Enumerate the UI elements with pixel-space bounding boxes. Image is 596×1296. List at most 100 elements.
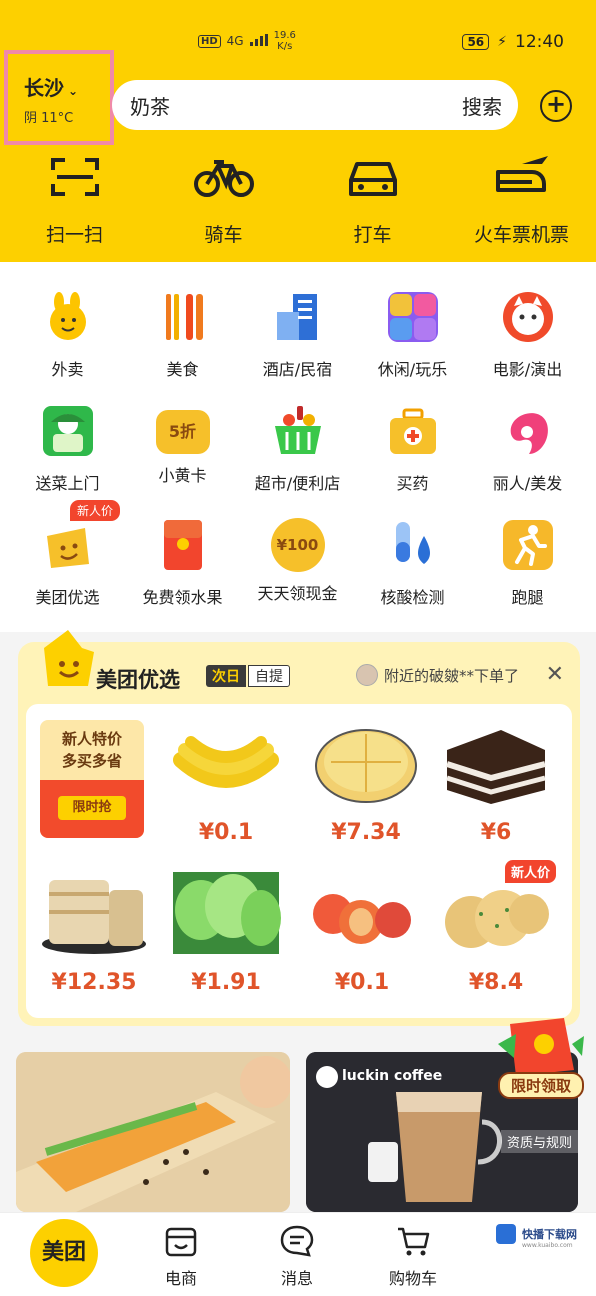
tab-home[interactable]: 美团 [30, 1219, 98, 1287]
coin-icon: ¥100 [270, 518, 325, 572]
signal-icon [249, 33, 268, 49]
search-button[interactable]: 搜索 [462, 91, 502, 120]
wrap-image [16, 1052, 290, 1212]
category-supermarket[interactable]: 超市/便利店 [240, 404, 355, 494]
category-waimai[interactable]: 外卖 [10, 290, 125, 380]
hd-badge: HD [198, 34, 221, 48]
quick-action-label: 扫一扫 [45, 224, 103, 246]
youxuan-products: 新人特价 多买多省 限时抢 ¥0.1 ¥7.34 ¥6 ¥12.35 ¥1.91 [26, 704, 572, 1018]
product-card[interactable]: ¥0.1 [302, 870, 422, 995]
speed-value: 19.6 [273, 30, 296, 41]
product-card[interactable]: ¥0.1 [166, 720, 286, 845]
promo-card[interactable]: 新人特价 多买多省 限时抢 [40, 720, 144, 838]
tab-ecommerce[interactable]: 电商 [136, 1223, 226, 1289]
category-nucleic-test[interactable]: 核酸检测 [355, 518, 470, 608]
avatar [356, 664, 378, 686]
product-price: ¥6 [480, 820, 512, 845]
red-packet-icon [163, 520, 202, 570]
category-meishi[interactable]: 美食 [125, 290, 240, 380]
product-card[interactable]: ¥6 [436, 720, 556, 845]
flash-sale-button[interactable]: 限时抢 [58, 796, 126, 820]
product-price: ¥8.4 [468, 970, 524, 995]
message-icon [280, 1225, 314, 1257]
city-selector[interactable]: 长沙 ⌄ 阴 11°C [4, 50, 114, 145]
product-price: ¥7.34 [331, 820, 401, 845]
tab-label: 消息 [280, 1269, 313, 1288]
youxuan-card[interactable]: 美团优选 次日 自提 附近的破皴**下单了 ✕ 新人特价 多买多省 限时抢 ¥0… [18, 630, 580, 1026]
lettuce-icon [173, 872, 281, 954]
charging-icon: ⚡ [497, 34, 507, 50]
category-leisure[interactable]: 休闲/玩乐 [355, 290, 470, 380]
category-daily-cash[interactable]: ¥100 天天领现金 [240, 518, 355, 608]
product-price: ¥12.35 [51, 970, 137, 995]
category-label: 跑腿 [511, 588, 544, 607]
category-free-fruit[interactable]: 免费领水果 [125, 518, 240, 608]
category-label: 酒店/民宿 [262, 360, 333, 379]
category-yellow-card[interactable]: 5折 小黄卡 [125, 404, 240, 494]
category-label: 美团优选 [35, 588, 100, 607]
tab-cart[interactable]: 购物车 [368, 1223, 458, 1289]
food-banner[interactable] [16, 1052, 290, 1212]
red-envelope-label[interactable]: 限时领取 [498, 1072, 584, 1099]
yellow-card-icon: 5折 [155, 410, 210, 454]
category-row: 外卖 美食 酒店/民宿 休闲/玩乐 电影/演出 [10, 290, 586, 380]
quick-actions: 扫一扫 骑车 打车 火车票机票 [0, 152, 596, 247]
category-grid: 外卖 美食 酒店/民宿 休闲/玩乐 电影/演出 送菜上门 5折 小黄卡 超市/便… [0, 262, 596, 632]
promo-line-1: 新人特价 [61, 730, 122, 748]
rules-link[interactable]: 资质与规则 [500, 1130, 578, 1153]
category-label: 送菜上门 [35, 474, 100, 493]
product-card[interactable]: ¥12.35 [34, 870, 154, 995]
category-medicine[interactable]: 买药 [355, 404, 470, 494]
category-label: 电影/演出 [492, 360, 563, 379]
red-envelope-widget[interactable]: 限时领取 [494, 1014, 586, 1100]
watermark-icon [496, 1224, 516, 1244]
category-errand[interactable]: 跑腿 [470, 518, 585, 608]
basket-icon [274, 406, 321, 454]
plus-icon[interactable]: + [540, 90, 572, 122]
city-name[interactable]: 长沙 ⌄ [24, 72, 110, 101]
category-movie[interactable]: 电影/演出 [470, 290, 585, 380]
next-day-badge: 次日 [206, 665, 246, 687]
search-bar[interactable]: 奶茶 搜索 [112, 80, 518, 130]
category-label: 丽人/美发 [492, 474, 563, 493]
product-price: ¥1.91 [191, 970, 261, 995]
bicycle-icon [193, 160, 254, 197]
search-input[interactable]: 奶茶 [130, 91, 170, 120]
train-plane-icon [495, 156, 548, 192]
banana-icon [173, 736, 279, 788]
product-card[interactable]: ¥7.34 [306, 720, 426, 845]
clock: 12:40 [515, 32, 564, 52]
runner-icon [502, 520, 553, 570]
quick-action-label: 骑车 [204, 224, 243, 246]
network-type: 4G [226, 34, 244, 48]
quick-action-scan[interactable]: 扫一扫 [0, 152, 149, 247]
category-row: 送菜上门 5折 小黄卡 超市/便利店 买药 丽人/美发 [10, 404, 586, 494]
luckin-logo-icon [316, 1066, 338, 1088]
category-label: 休闲/玩乐 [377, 360, 448, 379]
quick-action-label: 打车 [353, 224, 392, 246]
category-hotel[interactable]: 酒店/民宿 [240, 290, 355, 380]
category-row: 新人价 美团优选 免费领水果 ¥100 天天领现金 核酸检测 跑腿 [10, 500, 586, 608]
quick-action-bike[interactable]: 骑车 [149, 152, 298, 247]
category-label: 超市/便利店 [254, 474, 341, 493]
fork-icon [165, 294, 203, 340]
watermark-logo: 快播下载网 www.kuaibo.com [494, 1220, 594, 1260]
close-icon[interactable]: ✕ [546, 662, 564, 687]
tab-messages[interactable]: 消息 [252, 1223, 342, 1289]
quick-action-tickets[interactable]: 火车票机票 [447, 152, 596, 247]
category-youxuan[interactable]: 新人价 美团优选 [10, 500, 125, 608]
speed-unit: K/s [277, 41, 293, 52]
quick-action-taxi[interactable]: 打车 [298, 152, 447, 247]
coffee-brand: luckin coffee [342, 1068, 443, 1084]
cat-icon [502, 292, 553, 342]
category-beauty[interactable]: 丽人/美发 [470, 404, 585, 494]
product-card[interactable]: ¥1.91 [166, 870, 286, 995]
product-card[interactable]: 新人价 ¥8.4 [436, 860, 556, 995]
kangaroo-icon [49, 292, 86, 340]
category-label: 核酸检测 [380, 588, 445, 607]
building-icon [276, 294, 317, 340]
weather-text: 阴 11°C [24, 111, 74, 126]
test-tube-icon [395, 522, 430, 564]
category-label: 天天领现金 [257, 584, 338, 603]
category-grocery[interactable]: 送菜上门 [10, 404, 125, 494]
